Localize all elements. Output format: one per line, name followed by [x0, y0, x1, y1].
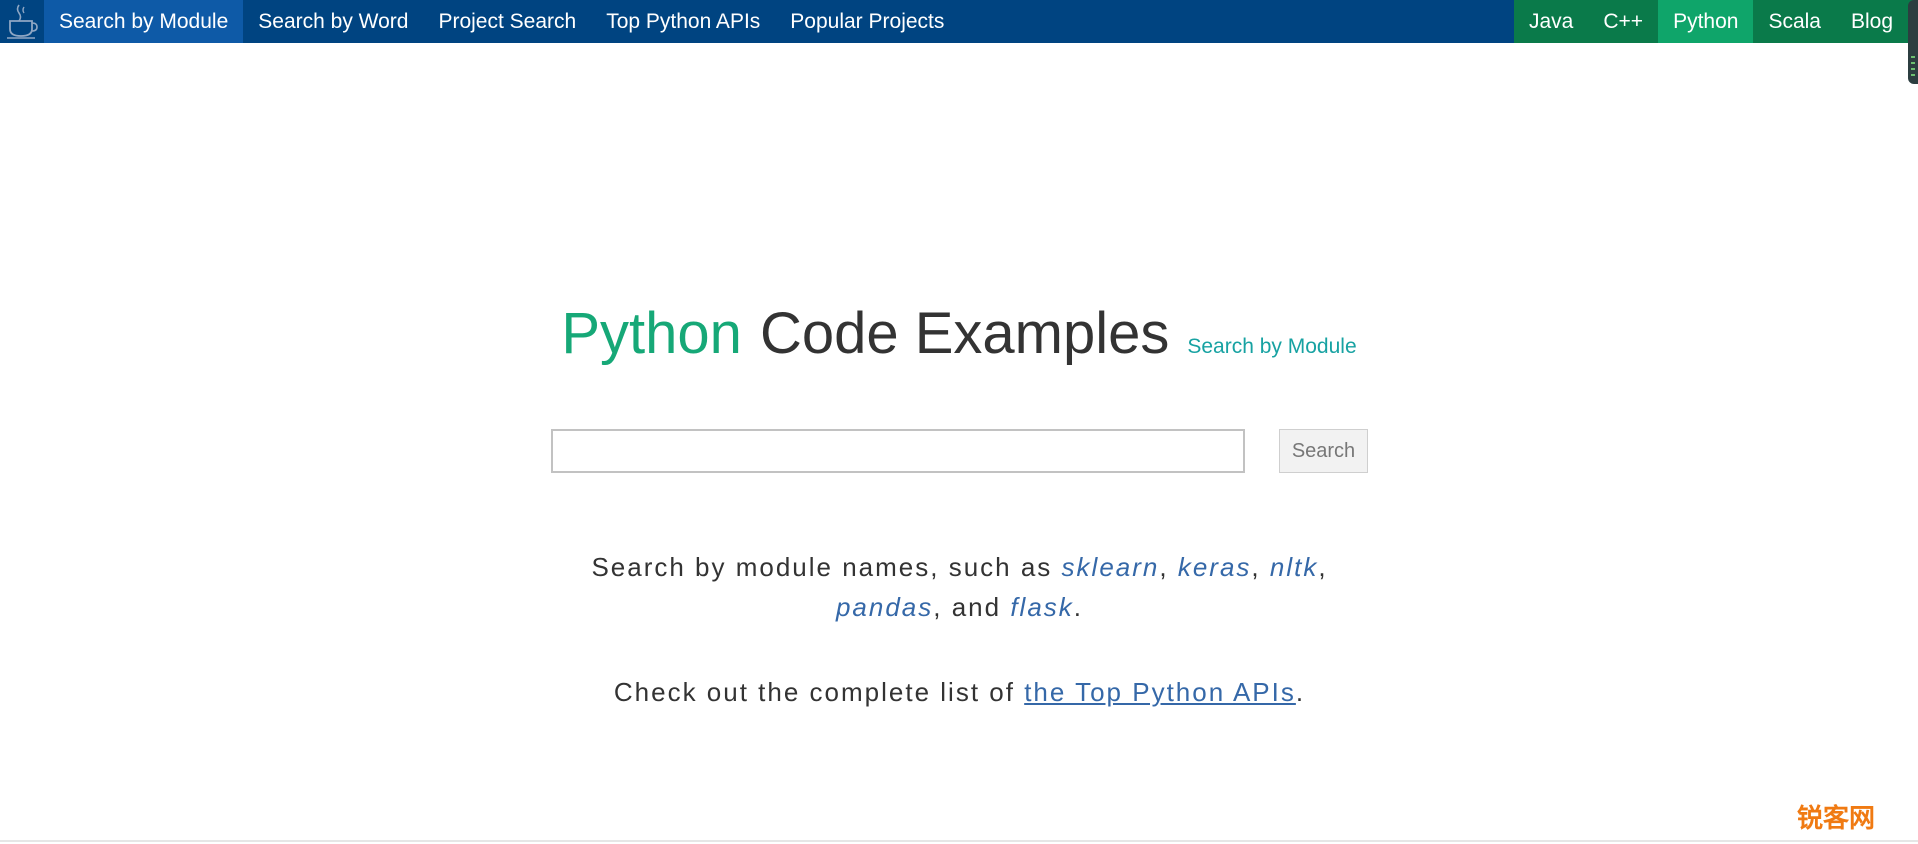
bottom-divider: [0, 840, 1918, 842]
page-title: Python Code Examples Search by Module: [561, 300, 1356, 367]
title-highlight: Python: [561, 301, 742, 366]
hero: Python Code Examples Search by Module: [0, 300, 1918, 367]
desc-sep: ,: [1159, 552, 1178, 582]
module-link-nltk[interactable]: nltk: [1270, 552, 1318, 582]
nav-search-by-module[interactable]: Search by Module: [44, 0, 244, 43]
lang-python[interactable]: Python: [1658, 0, 1754, 43]
title-subtitle-link[interactable]: Search by Module: [1187, 335, 1356, 359]
watermark-logo: 锐客网: [1797, 804, 1876, 834]
top-navbar: Search by Module Search by Word Project …: [0, 0, 1918, 84]
lang-java[interactable]: Java: [1514, 0, 1588, 43]
nav-popular-projects[interactable]: Popular Projects: [775, 0, 959, 43]
module-examples-text: Search by module names, such as sklearn,…: [551, 547, 1368, 627]
nav-search-by-word[interactable]: Search by Word: [243, 0, 423, 43]
language-nav: Java C++ Python Scala Blog: [1514, 0, 1918, 43]
side-scroll-handle[interactable]: [1908, 0, 1918, 84]
desc-suffix: .: [1073, 592, 1084, 622]
module-link-keras[interactable]: keras: [1178, 552, 1252, 582]
desc-sep: , and: [933, 592, 1011, 622]
nav-top-python-apis[interactable]: Top Python APIs: [591, 0, 775, 43]
lang-blog[interactable]: Blog: [1836, 0, 1908, 43]
desc-sep: ,: [1251, 552, 1270, 582]
coffee-cup-icon[interactable]: [0, 0, 44, 43]
checkout-prefix: Check out the complete list of: [613, 677, 1025, 707]
top-python-apis-link[interactable]: the Top Python APIs: [1024, 677, 1296, 707]
search-button[interactable]: Search: [1279, 429, 1368, 473]
primary-nav: Search by Module Search by Word Project …: [44, 0, 959, 43]
lang-scala[interactable]: Scala: [1753, 0, 1836, 43]
checkout-suffix: .: [1295, 677, 1306, 707]
desc-prefix: Search by module names, such as: [591, 552, 1062, 582]
checkout-text: Check out the complete list of the Top P…: [551, 672, 1368, 712]
module-link-sklearn[interactable]: sklearn: [1062, 552, 1160, 582]
search-form: Search: [551, 429, 1368, 475]
nav-project-search[interactable]: Project Search: [423, 0, 591, 43]
module-link-flask[interactable]: flask: [1010, 592, 1073, 622]
lang-cpp[interactable]: C++: [1588, 0, 1658, 43]
search-input[interactable]: [551, 429, 1245, 473]
title-rest: Code Examples: [759, 301, 1170, 366]
module-link-pandas[interactable]: pandas: [836, 592, 933, 622]
desc-sep: ,: [1318, 552, 1328, 582]
